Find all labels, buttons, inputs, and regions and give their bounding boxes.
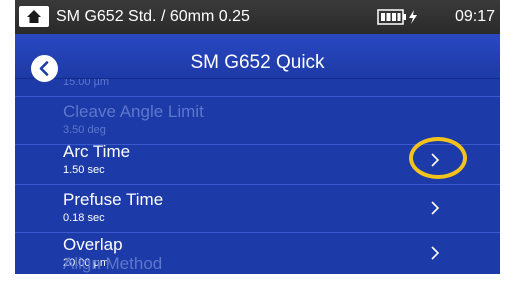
highlight-annotation — [409, 137, 467, 179]
home-button[interactable] — [19, 6, 49, 27]
item-value: 0.18 sec — [63, 212, 105, 224]
status-bar: SM G652 Std. / 60mm 0.25 09:17 — [15, 0, 500, 34]
page-title: SM G652 Quick — [190, 52, 325, 73]
clock: 09:17 — [455, 8, 496, 25]
chevron-right-icon[interactable] — [429, 200, 441, 216]
battery-charging-icon — [377, 9, 417, 25]
item-label: Prefuse Time — [63, 190, 164, 209]
item-value: 15.00 µm — [63, 79, 110, 88]
item-label: Cleave Angle Limit — [63, 102, 204, 121]
list-item-align-method: Align Method — [15, 253, 500, 274]
home-icon — [27, 10, 41, 23]
list-item: 15.00 µm — [15, 79, 500, 97]
item-label: Overlap — [63, 235, 123, 254]
item-label: Align Method — [63, 254, 163, 273]
item-label: Arc Time — [63, 142, 131, 161]
profile-name: SM G652 Std. / 60mm 0.25 — [56, 8, 250, 25]
item-value: 1.50 sec — [63, 164, 105, 176]
item-value: 3.50 deg — [63, 124, 106, 136]
list-item-prefuse-time[interactable]: Prefuse Time 0.18 sec — [15, 185, 500, 233]
device-screen: SM G652 Std. / 60mm 0.25 09:17 SM G652 Q… — [15, 0, 500, 274]
